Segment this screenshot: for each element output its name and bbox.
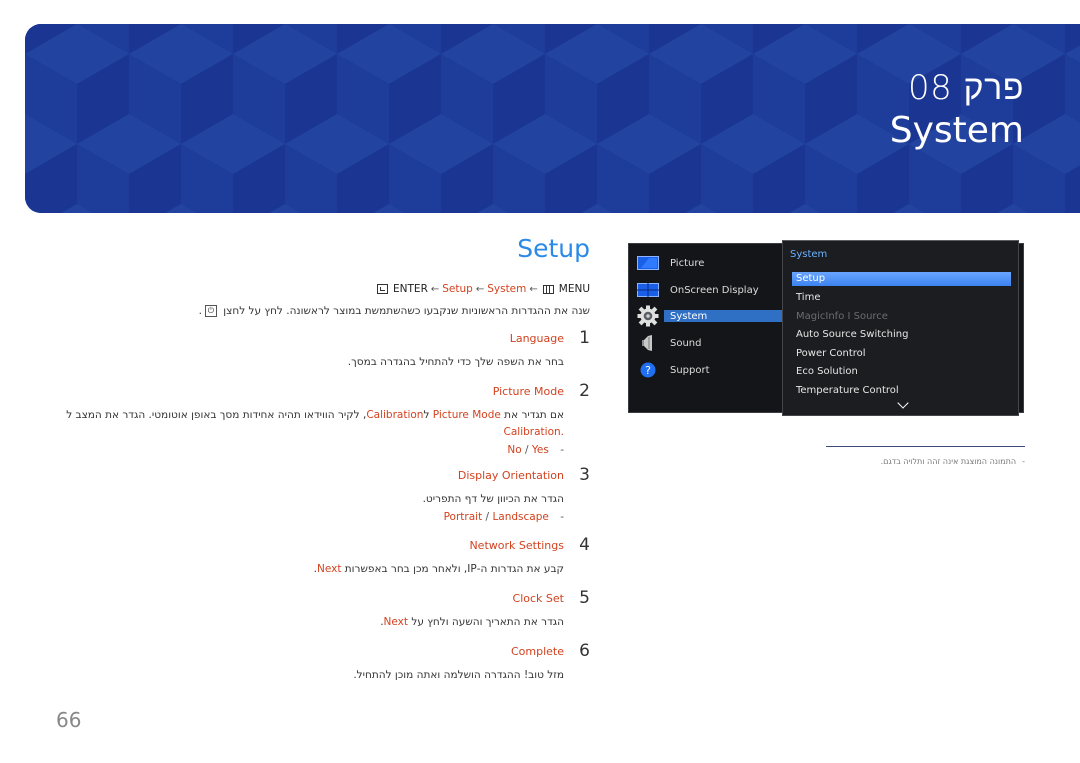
intro-text: שנה את ההגדרות הראשוניות שנקבעו כשהשתמשת… (199, 305, 590, 317)
option-no: No (507, 444, 522, 456)
step-number: 6 (579, 641, 590, 661)
step-label: Complete (510, 645, 564, 658)
submenu-item-eco-solution[interactable]: Eco Solution (796, 366, 858, 377)
step-options: Portrait / Landscape - (444, 511, 564, 523)
option-yes: Yes (531, 444, 549, 456)
note-text: התמונה המוצגת אינה זהה ותלויה בדגם. (880, 457, 1017, 466)
step-options: No / Yes - (507, 444, 564, 456)
chapter-title: System (889, 110, 1024, 151)
step-description: בחר את השפה שלך כדי להתחיל בהגדרה במסך. (347, 356, 564, 368)
path-setup: Setup (442, 283, 473, 295)
option-portrait: Portrait (443, 511, 483, 523)
submenu-heading: System (790, 249, 828, 260)
desc-term: Next (316, 563, 342, 575)
osd-menu-item-system[interactable]: System (637, 305, 707, 327)
chapter-number: פרק 08 (907, 68, 1024, 108)
osd-menu-label: Sound (670, 337, 702, 349)
option-dash: - (560, 511, 564, 523)
enter-icon (377, 284, 389, 294)
note-divider (826, 446, 1025, 447)
step-label: Clock Set (512, 592, 564, 605)
submenu-item-setup[interactable]: Setup (792, 272, 1011, 286)
step-label: Display Orientation (457, 469, 564, 482)
osd-menu-label: Picture (670, 257, 705, 269)
option-landscape: Landscape (492, 511, 549, 523)
help-icon: ? (637, 362, 659, 378)
submenu-item-auto-source-switching[interactable]: Auto Source Switching (796, 329, 908, 340)
option-dash: - (560, 444, 564, 456)
submenu-item-power-control[interactable]: Power Control (796, 348, 866, 359)
step-number: 3 (579, 465, 590, 485)
desc-term: Picture Mode (432, 409, 501, 421)
picture-icon (637, 255, 659, 271)
submenu-item-time[interactable]: Time (796, 292, 820, 303)
osd-menu-label: OnScreen Display (670, 284, 759, 296)
onscreen-display-icon (637, 282, 659, 298)
step-number: 4 (579, 535, 590, 555)
step-description: אם תגדיר את Picture Mode לCalibration, ל… (66, 409, 564, 421)
path-menu: MENU (558, 283, 590, 295)
step-description: קבע את הגדרות ה-IP, ולאחר מכן בחר באפשרו… (314, 563, 564, 575)
chevron-down-icon[interactable] (897, 397, 909, 409)
step-description: הגדר את התאריך והשעה ולחץ על Next. (380, 616, 564, 628)
path-enter: ENTER (393, 283, 428, 295)
step-number: 2 (579, 381, 590, 401)
intro-period: . (198, 305, 202, 317)
submenu-item-magicinfo-source: MagicInfo I Source (796, 311, 888, 322)
step-description: הגדר את הכיוון של דף התפריט. (422, 493, 564, 505)
path-arrow: ← (430, 283, 440, 295)
gear-icon (637, 305, 659, 327)
osd-system-submenu: System Setup Time MagicInfo I Source Aut… (782, 240, 1019, 416)
desc-term: Next (383, 616, 409, 628)
desc-text: ל (423, 409, 433, 421)
step-label: Network Settings (469, 539, 564, 552)
option-separator: / (525, 444, 529, 456)
menu-path: ENTER ← Setup ← System ← MENU (375, 283, 590, 295)
chapter-banner: פרק 08 System (25, 24, 1080, 213)
step-label: Language (509, 332, 564, 345)
image-note: -התמונה המוצגת אינה זהה ותלויה בדגם. (881, 457, 1025, 466)
step-description-line2: Calibration. (503, 426, 564, 438)
option-separator: / (485, 511, 490, 523)
speaker-icon (637, 335, 659, 351)
menu-icon (542, 284, 554, 294)
desc-text: , לקיר הווידאו תהיה אחידות מסך באופן אוט… (66, 409, 367, 421)
step-label: Picture Mode (492, 385, 564, 398)
osd-menu-item-onscreen-display[interactable]: OnScreen Display (637, 281, 759, 299)
step-description: מזל טוב! ההגדרה הושלמה ואתה מוכן להתחיל. (353, 669, 564, 681)
page-number: 66 (56, 708, 82, 732)
path-arrow: ← (475, 283, 485, 295)
note-dash: - (1022, 457, 1025, 466)
section-title: Setup (517, 234, 590, 263)
osd-menu-label: System (670, 310, 708, 322)
osd-menu-item-sound[interactable]: Sound (637, 334, 702, 352)
power-icon: ⏻ (204, 305, 217, 317)
step-number: 5 (579, 588, 590, 608)
osd-menu-label: Support (670, 364, 710, 376)
desc-text: אם תגדיר את (500, 409, 564, 421)
step-number: 1 (579, 328, 590, 348)
desc-term: Calibration (366, 409, 424, 421)
submenu-item-temperature-control[interactable]: Temperature Control (796, 385, 899, 396)
path-system: System (487, 283, 527, 295)
svg-text:?: ? (645, 364, 651, 377)
intro-sentence: שנה את ההגדרות הראשוניות שנקבעו כשהשתמשת… (223, 305, 590, 317)
desc-text: הגדר את התאריך והשעה ולחץ על (408, 616, 564, 628)
path-arrow: ← (529, 283, 538, 295)
desc-text: קבע את הגדרות ה-IP, ולאחר מכן בחר באפשרו… (341, 563, 564, 575)
osd-menu-item-picture[interactable]: Picture (637, 254, 704, 272)
osd-menu-item-support[interactable]: ? Support (637, 361, 710, 379)
